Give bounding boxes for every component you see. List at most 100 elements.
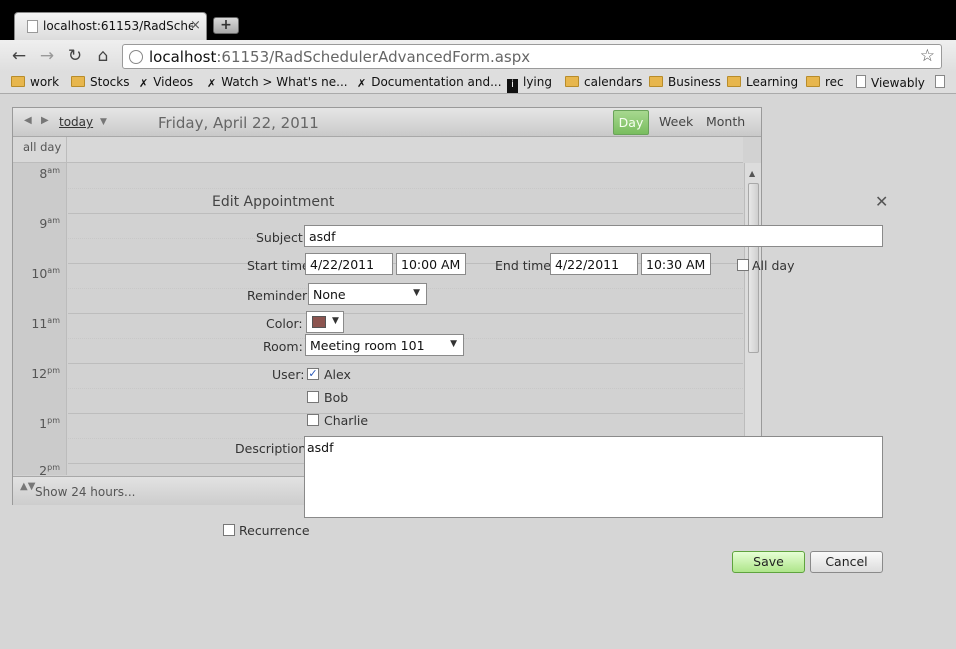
all-day-checkbox[interactable]	[737, 259, 749, 271]
end-date-input[interactable]: 4/22/2011	[550, 253, 638, 275]
today-link[interactable]: today	[59, 115, 93, 129]
browser-toolbar: ← → ↻ ⌂ localhost:61153/RadSchedulerAdva…	[0, 40, 956, 72]
time-column: 8am 9am 10am 11am 12pm 1pm 2pm	[13, 163, 67, 478]
subject-input[interactable]: asdf	[304, 225, 883, 247]
tab-title: localhost:61153/RadSche...	[43, 19, 193, 33]
star-icon[interactable]: ☆	[920, 46, 935, 66]
folder-icon	[727, 76, 741, 87]
description-label: Description:	[235, 441, 311, 456]
hour-label: 12pm	[31, 366, 60, 381]
bookmark-watch[interactable]: ✗ Watch > What's ne...	[207, 75, 348, 90]
bookmark-calendars[interactable]: calendars	[565, 75, 642, 89]
grid-line	[68, 388, 743, 389]
color-swatch	[312, 316, 326, 328]
expand-icon[interactable]: ▲▼	[20, 482, 35, 492]
page-icon	[856, 75, 866, 88]
tab-month[interactable]: Month	[706, 114, 745, 129]
end-time-input[interactable]: 10:30 AM	[641, 253, 711, 275]
bookmark-business[interactable]: Business	[649, 75, 721, 89]
recurrence-label: Recurrence	[239, 523, 310, 538]
chevron-down-icon[interactable]: ▼	[100, 117, 107, 127]
page-icon	[27, 20, 38, 33]
bookmark-more[interactable]	[935, 75, 950, 90]
close-icon[interactable]: ×	[190, 18, 201, 33]
browser-tab[interactable]: localhost:61153/RadSche... ×	[14, 12, 207, 40]
back-arrow-icon[interactable]: ←	[8, 46, 30, 66]
chevron-down-icon: ▼	[450, 339, 457, 349]
show-24-hours-link[interactable]: Show 24 hours...	[35, 485, 135, 499]
grid-line	[68, 313, 743, 314]
room-select[interactable]: Meeting room 101 ▼	[305, 334, 464, 356]
start-time-input[interactable]: 10:00 AM	[396, 253, 466, 275]
x-icon: ✗	[207, 77, 217, 90]
all-day-label: all day	[13, 137, 67, 162]
all-day-label: All day	[752, 258, 795, 273]
bookmark-label: Learning	[746, 75, 799, 89]
home-icon[interactable]: ⌂	[92, 46, 114, 66]
bookmark-rec[interactable]: rec	[806, 75, 844, 89]
next-arrow-icon[interactable]: ▶	[41, 115, 49, 126]
bookmarks-bar: work Stocks ✗ Videos ✗ Watch > What's ne..…	[0, 72, 956, 94]
bookmark-viewably[interactable]: Viewably	[856, 75, 925, 90]
bookmark-videos[interactable]: ✗ Videos	[139, 75, 193, 90]
forward-arrow-icon[interactable]: →	[36, 46, 58, 66]
bookmark-label: work	[30, 75, 60, 89]
description-input[interactable]: asdf	[304, 436, 883, 518]
folder-icon	[71, 76, 85, 87]
page-content: ◀ ▶ today ▼ Friday, April 22, 2011 Day W…	[0, 95, 956, 649]
x-icon: ✗	[357, 77, 367, 90]
bookmark-label: lying	[523, 75, 552, 89]
x-icon: ✗	[139, 77, 149, 90]
prev-arrow-icon[interactable]: ◀	[24, 115, 32, 126]
reminder-label: Reminder	[247, 288, 308, 303]
browser-titlebar: localhost:61153/RadSche... × +	[0, 0, 956, 40]
time-grid[interactable]	[68, 163, 743, 475]
scroll-up-icon[interactable]: ▲	[749, 169, 755, 178]
folder-icon	[806, 76, 820, 87]
start-date-input[interactable]: 4/22/2011	[305, 253, 393, 275]
page-icon	[935, 75, 945, 88]
save-button[interactable]: Save	[732, 551, 805, 573]
color-picker[interactable]: ▼	[306, 311, 344, 333]
user-bob-label: Bob	[324, 390, 349, 405]
bookmark-label: Documentation and...	[371, 75, 502, 89]
bookmark-label: Watch > What's ne...	[221, 75, 348, 89]
bookmark-work[interactable]: work	[11, 75, 59, 89]
tab-day[interactable]: Day	[613, 110, 649, 135]
recurrence-checkbox[interactable]	[223, 524, 235, 536]
reminder-value: None	[313, 287, 346, 302]
cancel-button[interactable]: Cancel	[810, 551, 883, 573]
close-icon[interactable]: ✕	[875, 192, 888, 211]
bookmark-label: Videos	[153, 75, 194, 89]
scheduler-scrollbar[interactable]: ▲	[744, 163, 761, 475]
bookmark-learning[interactable]: Learning	[727, 75, 798, 89]
url-path: :61153/RadSchedulerAdvancedForm.aspx	[216, 48, 531, 66]
reminder-select[interactable]: None ▼	[308, 283, 427, 305]
bookmark-documentation[interactable]: ✗ Documentation and...	[357, 75, 502, 90]
hour-label: 10am	[31, 266, 60, 281]
hour-label: 11am	[31, 316, 60, 331]
user-charlie-label: Charlie	[324, 413, 369, 428]
folder-icon	[565, 76, 579, 87]
reload-icon[interactable]: ↻	[64, 46, 86, 66]
new-tab-button[interactable]: +	[213, 17, 239, 34]
user-charlie-checkbox[interactable]	[307, 414, 319, 426]
scheduler-date: Friday, April 22, 2011	[158, 114, 319, 132]
user-alex-checkbox[interactable]: ✓	[307, 368, 319, 380]
user-label: User:	[272, 367, 305, 382]
bookmark-lying[interactable]: i lying	[507, 75, 552, 93]
globe-icon	[129, 50, 143, 64]
address-bar[interactable]: localhost:61153/RadSchedulerAdvancedForm…	[122, 44, 942, 69]
grid-line	[68, 363, 743, 364]
end-time-label: End time	[495, 258, 551, 273]
user-bob-checkbox[interactable]	[307, 391, 319, 403]
all-day-row[interactable]: all day	[13, 137, 743, 163]
bookmark-label: Stocks	[90, 75, 130, 89]
bookmark-label: rec	[825, 75, 844, 89]
subject-label: Subject:	[256, 230, 307, 245]
chevron-down-icon: ▼	[413, 288, 420, 298]
color-label: Color:	[266, 316, 303, 331]
url-text: localhost:61153/RadSchedulerAdvancedForm…	[149, 48, 530, 66]
bookmark-stocks[interactable]: Stocks	[71, 75, 129, 89]
tab-week[interactable]: Week	[659, 114, 693, 129]
